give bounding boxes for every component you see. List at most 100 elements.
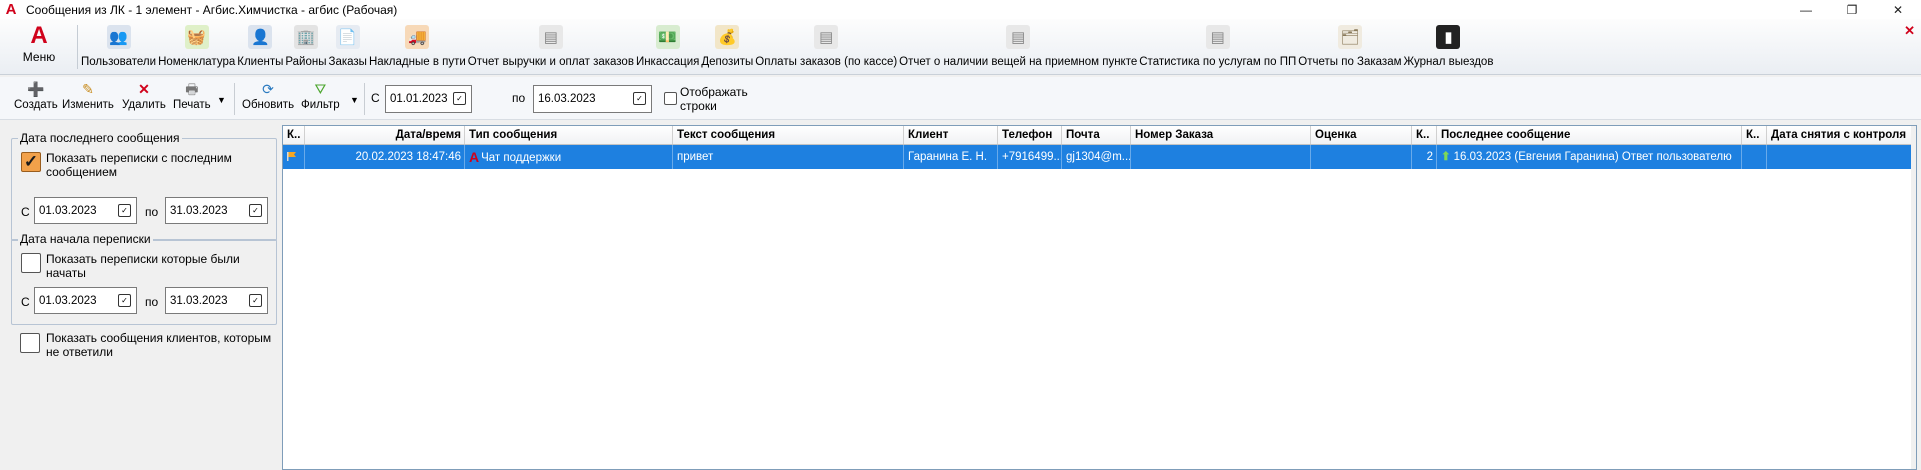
delete-label: Удалить: [122, 99, 166, 111]
deposit-icon: 💰: [715, 25, 740, 49]
funnel-icon: ⛛: [314, 81, 327, 97]
ribbon-item-services-stats[interactable]: ▤ Статистика по услугам по ПП: [1138, 23, 1297, 71]
column-header-text[interactable]: Текст сообщения: [673, 126, 904, 144]
journal-icon: ▮: [1436, 25, 1461, 49]
calendar-icon[interactable]: ✓: [453, 92, 466, 105]
report-icon: ▤: [1205, 25, 1230, 49]
calendar-icon[interactable]: ✓: [249, 204, 262, 217]
ribbon-item-label: Заказы: [328, 56, 367, 68]
ribbon-item-label: Журнал выездов: [1403, 56, 1494, 68]
column-header-datetime[interactable]: Дата/время: [305, 126, 465, 144]
row-text: привет: [673, 145, 904, 169]
ribbon-item-items-report[interactable]: ▤ Отчет о наличии вещей на приемном пунк…: [898, 23, 1138, 71]
ribbon-item-nomenclature[interactable]: 🧺 Номенклатура: [157, 23, 236, 71]
table-row[interactable]: 20.02.2023 18:47:46 А Чат поддержки приве…: [283, 145, 1916, 169]
calendar-icon[interactable]: ✓: [249, 294, 262, 307]
show-rows-label: Отображать строки: [680, 85, 748, 113]
column-header-k2[interactable]: К..: [1412, 126, 1437, 144]
print-button[interactable]: 🖶 Печать: [173, 80, 211, 118]
last-message-date-from-value: 01.03.2023: [39, 205, 97, 217]
row-k3: [1742, 145, 1767, 169]
flag-icon: [287, 152, 296, 162]
calendar-icon[interactable]: ✓: [118, 204, 131, 217]
ribbon-item-label: Номенклатура: [158, 56, 236, 68]
delete-button[interactable]: ✕ Удалить: [122, 80, 166, 118]
menu-label: Меню: [22, 50, 56, 64]
ribbon-item-orders[interactable]: 📄 Заказы: [328, 23, 368, 71]
column-header-email[interactable]: Почта: [1062, 126, 1131, 144]
ribbon-divider: [77, 25, 78, 69]
unanswered-checkbox-label: Показать сообщения клиентов, которым не …: [46, 331, 272, 359]
ribbon-item-order-reports[interactable]: 🗂 Отчеты по Заказам: [1297, 23, 1402, 71]
title-bar: А Сообщения из ЛК - 1 элемент - Агбис.Хи…: [0, 0, 1921, 19]
support-chat-icon: А: [469, 149, 480, 165]
row-type: Чат поддержки: [481, 152, 562, 164]
print-dropdown-arrow-icon[interactable]: ▼: [217, 95, 226, 105]
toolbar-divider: [364, 83, 365, 115]
edit-button[interactable]: ✎ Изменить: [62, 80, 114, 118]
column-header-type[interactable]: Тип сообщения: [465, 126, 673, 144]
report-icon: ▤: [814, 25, 839, 49]
calendar-icon[interactable]: ✓: [633, 92, 646, 105]
row-last-message-cell: ⬆ 16.03.2023 (Евгения Гаранина) Ответ пол…: [1437, 145, 1742, 169]
column-header-control-removed[interactable]: Дата снятия с контроля: [1767, 126, 1913, 144]
ribbon-item-label: Отчеты по Заказам: [1298, 56, 1402, 68]
printer-icon: 🖶: [185, 81, 199, 97]
ribbon-item-revenue-report[interactable]: ▤ Отчет выручки и оплат заказов: [467, 23, 635, 71]
last-message-date-to-value: 31.03.2023: [170, 205, 228, 217]
ribbon-item-label: Районы: [285, 56, 327, 68]
column-header-order-number[interactable]: Номер Заказа: [1131, 126, 1311, 144]
unanswered-checkbox[interactable]: [20, 333, 40, 353]
ribbon-item-label: Оплаты заказов (по кассе): [755, 56, 898, 68]
grid-scrollbar[interactable]: [1911, 126, 1916, 469]
ribbon-item-label: Клиенты: [237, 56, 284, 68]
refresh-button[interactable]: ⟳ Обновить: [242, 80, 294, 118]
edit-label: Изменить: [62, 99, 114, 111]
show-rows-checkbox[interactable]: [664, 92, 677, 105]
start-date-checkbox[interactable]: [21, 253, 41, 273]
last-message-date-from[interactable]: 01.03.2023 ✓: [34, 197, 137, 224]
column-header-last-message[interactable]: Последнее сообщение: [1437, 126, 1742, 144]
menu-button[interactable]: А Меню: [12, 23, 66, 71]
reports-icon: 🗂: [1337, 25, 1362, 49]
ribbon-items: 👥 Пользователи 🧺 Номенклатура 👤 Клиенты …: [80, 23, 1494, 71]
start-date-from-value: 01.03.2023: [39, 295, 97, 307]
ribbon-item-waybills[interactable]: 🚚 Накладные в пути: [368, 23, 467, 71]
report-icon: ▤: [1006, 25, 1031, 49]
ribbon-item-districts[interactable]: 🏢 Районы: [284, 23, 327, 71]
calendar-icon[interactable]: ✓: [118, 294, 131, 307]
column-header-phone[interactable]: Телефон: [998, 126, 1062, 144]
close-tab-icon[interactable]: ✕: [1904, 23, 1915, 39]
ribbon-item-label: Отчет о наличии вещей на приемном пункте: [899, 56, 1138, 68]
last-message-date-to[interactable]: 31.03.2023 ✓: [165, 197, 268, 224]
ribbon-item-order-payments[interactable]: ▤ Оплаты заказов (по кассе): [754, 23, 898, 71]
column-header-client[interactable]: Клиент: [904, 126, 998, 144]
row-rating: [1311, 145, 1412, 169]
ribbon-item-label: Накладные в пути: [368, 56, 466, 68]
start-date-from[interactable]: 01.03.2023 ✓: [34, 287, 137, 314]
close-window-button[interactable]: ✕: [1875, 0, 1921, 19]
column-header-k3[interactable]: К..: [1742, 126, 1767, 144]
column-header-k1[interactable]: К..: [283, 126, 305, 144]
start-date-to[interactable]: 31.03.2023 ✓: [165, 287, 268, 314]
last-message-checkbox[interactable]: ✓: [21, 152, 41, 172]
column-header-rating[interactable]: Оценка: [1311, 126, 1412, 144]
ribbon-item-collection[interactable]: 💵 Инкассация: [635, 23, 700, 71]
filter-dropdown-arrow-icon[interactable]: ▼: [350, 95, 359, 105]
ribbon-item-deposits[interactable]: 💰 Депозиты: [700, 23, 754, 71]
ribbon-item-label: Депозиты: [701, 56, 754, 68]
ribbon-item-label: Инкассация: [635, 56, 700, 68]
restore-button[interactable]: ❐: [1829, 0, 1875, 19]
date-from-field[interactable]: 01.01.2023 ✓: [385, 85, 472, 113]
filter-label: Фильтр: [301, 99, 340, 111]
ribbon-item-users[interactable]: 👥 Пользователи: [80, 23, 157, 71]
filter-button[interactable]: ⛛ Фильтр: [301, 80, 340, 118]
ribbon-item-clients[interactable]: 👤 Клиенты: [236, 23, 284, 71]
row-datetime: 20.02.2023 18:47:46: [305, 145, 465, 169]
ribbon-item-trips-journal[interactable]: ▮ Журнал выездов: [1403, 23, 1495, 71]
date-to-field[interactable]: 16.03.2023 ✓: [533, 85, 652, 113]
row-email: gj1304@m...: [1062, 145, 1131, 169]
buildings-icon: 🏢: [293, 25, 318, 49]
create-button[interactable]: ➕ Создать: [14, 80, 58, 118]
minimize-button[interactable]: —: [1783, 0, 1829, 19]
